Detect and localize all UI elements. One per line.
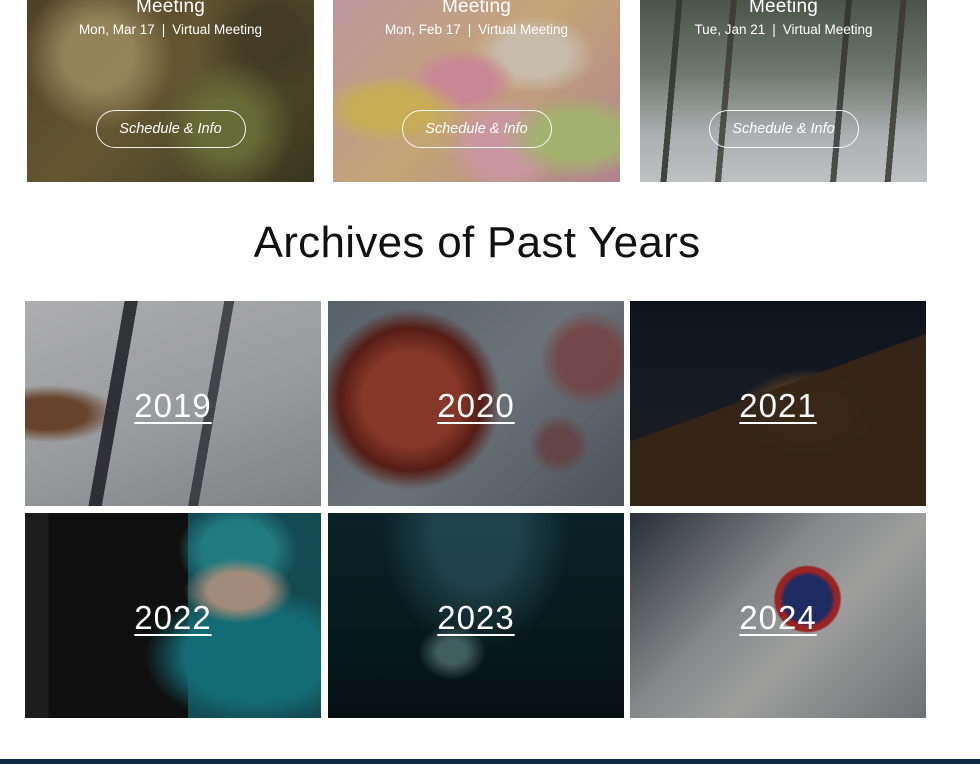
meeting-card-jan: Meeting Tue, Jan 21 | Virtual Meeting Sche…	[640, 0, 927, 182]
schedule-info-button[interactable]: Schedule & Info	[708, 110, 859, 148]
archive-year-link[interactable]: 2019	[25, 387, 321, 425]
meeting-card-feb: Meeting Mon, Feb 17 | Virtual Meeting Sche…	[333, 0, 620, 182]
meeting-title: Meeting	[749, 0, 818, 17]
meeting-date-line: Mon, Feb 17 | Virtual Meeting	[333, 22, 620, 37]
schedule-info-button[interactable]: Schedule & Info	[95, 110, 246, 148]
archive-year-link[interactable]: 2020	[328, 387, 624, 425]
meeting-title: Meeting	[442, 0, 511, 17]
archive-year-link[interactable]: 2024	[630, 599, 926, 637]
archive-tile-2021[interactable]: 2021	[630, 301, 926, 506]
meeting-type: Virtual Meeting	[782, 22, 873, 37]
meeting-title: Meeting	[136, 0, 205, 17]
archive-year-link[interactable]: 2022	[25, 599, 321, 637]
archive-tile-2024[interactable]: 2024	[630, 513, 926, 718]
archives-section-title: Archives of Past Years	[253, 218, 701, 267]
archive-tile-2020[interactable]: 2020	[328, 301, 624, 506]
meeting-date: Mon, Feb 17	[384, 22, 461, 37]
meeting-date: Tue, Jan 21	[694, 22, 766, 37]
meeting-date-separator: |	[467, 22, 472, 37]
meeting-date: Mon, Mar 17	[78, 22, 155, 37]
archive-year-link[interactable]: 2021	[630, 387, 926, 425]
meeting-date-separator: |	[772, 22, 776, 37]
archive-tile-2019[interactable]: 2019	[25, 301, 321, 506]
meeting-date-separator: |	[161, 22, 166, 37]
meeting-card-mar: Meeting Mon, Mar 17 | Virtual Meeting Sche…	[27, 0, 314, 182]
archive-tile-2023[interactable]: 2023	[328, 513, 624, 718]
meeting-type: Virtual Meeting	[478, 22, 569, 37]
archive-tile-2022[interactable]: 2022	[25, 513, 321, 718]
footer-bar	[0, 759, 980, 764]
meeting-date-line: Mon, Mar 17 | Virtual Meeting	[27, 22, 314, 37]
archive-year-link[interactable]: 2023	[328, 599, 624, 637]
schedule-info-button[interactable]: Schedule & Info	[401, 110, 552, 148]
meeting-date-line: Tue, Jan 21 | Virtual Meeting	[640, 22, 927, 37]
meeting-type: Virtual Meeting	[172, 22, 263, 37]
